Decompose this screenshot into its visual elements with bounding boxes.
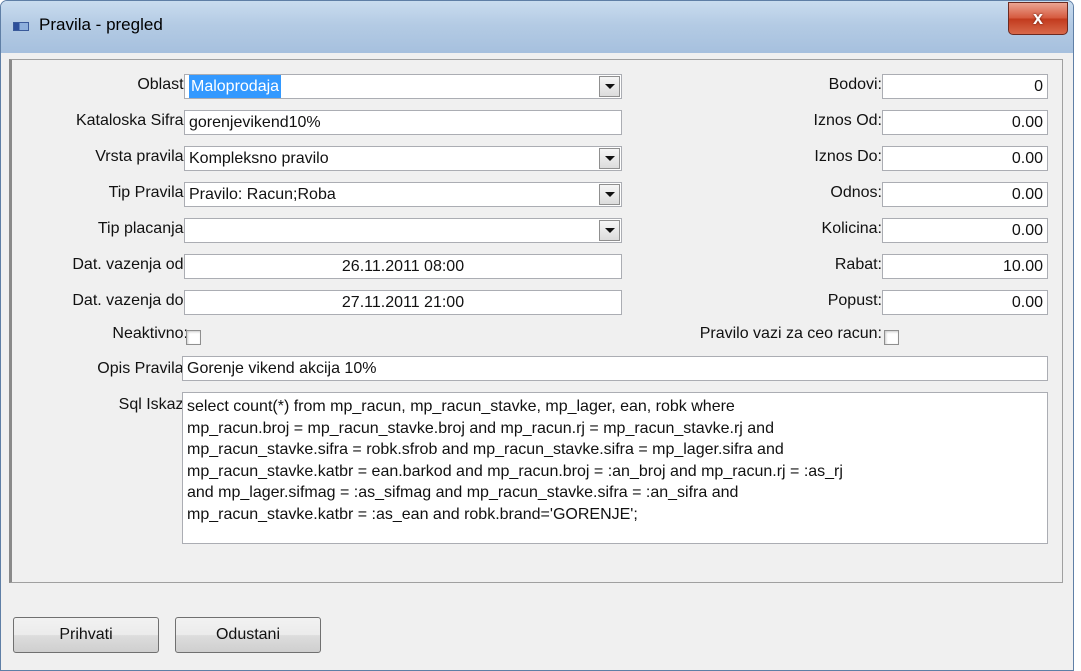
close-button[interactable]: x bbox=[1008, 2, 1068, 35]
kataloska-sifra-label: Kataloska Sifra: bbox=[75, 112, 188, 129]
bodovi-input[interactable]: 0 bbox=[882, 74, 1048, 99]
kolicina-input[interactable]: 0.00 bbox=[882, 218, 1048, 243]
dat-do-input[interactable]: 27.11.2011 21:00 bbox=[184, 290, 622, 315]
tip-placanja-select[interactable] bbox=[184, 218, 622, 243]
neaktivno-checkbox[interactable] bbox=[186, 330, 201, 345]
bodovi-label: Bodovi: bbox=[828, 76, 882, 93]
kolicina-label: Kolicina: bbox=[821, 220, 882, 237]
odnos-input[interactable]: 0.00 bbox=[882, 182, 1048, 207]
vrsta-pravila-value: Kompleksno pravilo bbox=[189, 150, 329, 167]
neaktivno-label: Neaktivno: bbox=[112, 325, 188, 342]
iznos-do-label: Iznos Do: bbox=[814, 148, 882, 165]
sql-iskaz-label: Sql Iskaz: bbox=[118, 396, 188, 413]
window-title: Pravila - pregled bbox=[39, 15, 163, 34]
opis-pravila-input[interactable]: Gorenje vikend akcija 10% bbox=[182, 356, 1048, 381]
chevron-down-icon[interactable] bbox=[599, 76, 620, 97]
rabat-label: Rabat: bbox=[834, 256, 882, 273]
kataloska-sifra-input[interactable]: gorenjevikend10% bbox=[184, 110, 622, 135]
chevron-down-icon[interactable] bbox=[599, 148, 620, 169]
tip-pravila-value: Pravilo: Racun;Roba bbox=[189, 186, 336, 203]
rabat-input[interactable]: 10.00 bbox=[882, 254, 1048, 279]
close-icon: x bbox=[1032, 8, 1043, 28]
tip-pravila-select[interactable]: Pravilo: Racun;Roba bbox=[184, 182, 622, 207]
form-panel: Oblast: Kataloska Sifra: Vrsta pravila: … bbox=[9, 59, 1063, 583]
window: Pravila - pregled x Oblast: Kataloska Si… bbox=[0, 0, 1074, 671]
ceo-racun-checkbox[interactable] bbox=[884, 330, 899, 345]
odustani-button[interactable]: Odustani bbox=[175, 617, 321, 653]
iznos-od-label: Iznos Od: bbox=[813, 112, 882, 129]
sql-iskaz-textarea[interactable]: select count(*) from mp_racun, mp_racun_… bbox=[182, 392, 1048, 544]
iznos-od-input[interactable]: 0.00 bbox=[882, 110, 1048, 135]
iznos-do-input[interactable]: 0.00 bbox=[882, 146, 1048, 171]
chevron-down-icon[interactable] bbox=[599, 184, 620, 205]
opis-pravila-label: Opis Pravila: bbox=[97, 360, 188, 377]
popust-input[interactable]: 0.00 bbox=[882, 290, 1048, 315]
dat-do-label: Dat. vazenja do: bbox=[72, 292, 188, 309]
oblast-label: Oblast: bbox=[137, 76, 188, 93]
oblast-select[interactable]: Maloprodaja bbox=[184, 74, 622, 99]
popust-label: Popust: bbox=[827, 292, 882, 309]
tip-placanja-label: Tip placanja: bbox=[97, 220, 188, 237]
tip-pravila-label: Tip Pravila: bbox=[108, 184, 188, 201]
prihvati-button[interactable]: Prihvati bbox=[13, 617, 159, 653]
oblast-value: Maloprodaja bbox=[189, 75, 282, 98]
dat-od-label: Dat. vazenja od: bbox=[72, 256, 188, 273]
chevron-down-icon[interactable] bbox=[599, 220, 620, 241]
vrsta-pravila-select[interactable]: Kompleksno pravilo bbox=[184, 146, 622, 171]
odnos-label: Odnos: bbox=[830, 184, 882, 201]
ceo-racun-label: Pravilo vazi za ceo racun: bbox=[699, 325, 882, 342]
vrsta-pravila-label: Vrsta pravila: bbox=[95, 148, 188, 165]
app-icon bbox=[13, 22, 29, 31]
dat-od-input[interactable]: 26.11.2011 08:00 bbox=[184, 254, 622, 279]
title-bar[interactable]: Pravila - pregled x bbox=[1, 1, 1073, 53]
